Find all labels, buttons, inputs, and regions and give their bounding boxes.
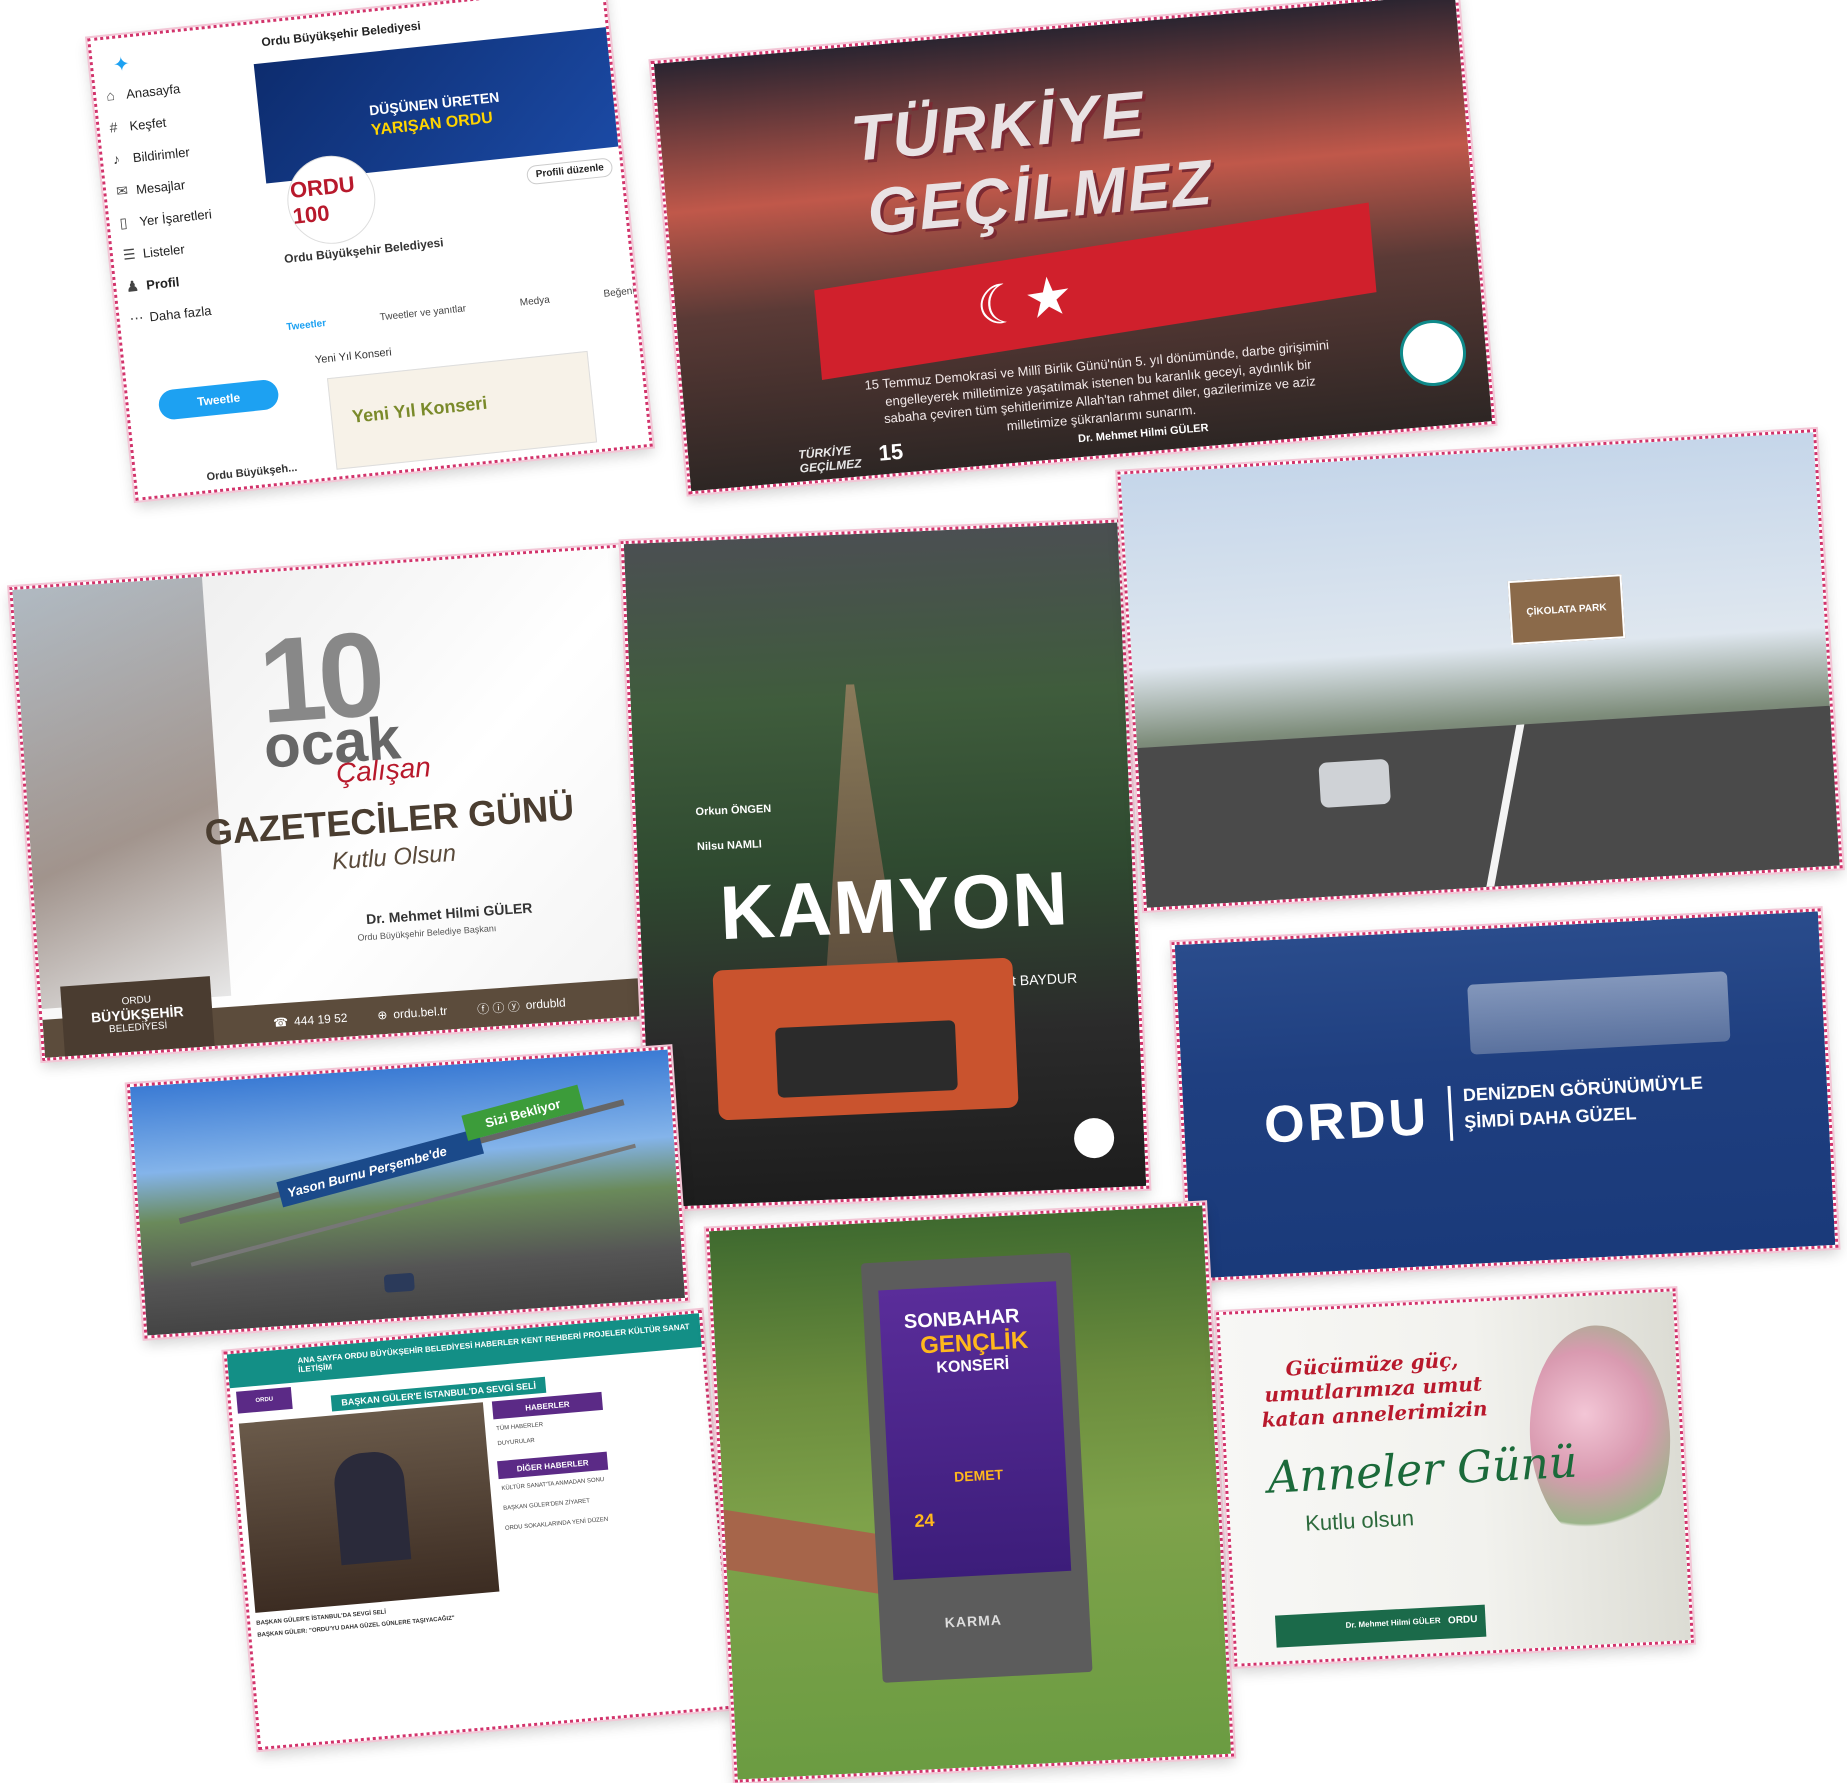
road-billboard-photo: ÇİKOLATA PARK (1115, 426, 1845, 914)
social-icons: ⓕ ⓘ ⓨ (476, 999, 521, 1017)
footer-account[interactable]: Ordu Büyükşeh... (206, 462, 298, 483)
website-nav[interactable]: ANA SAYFA ORDU BÜYÜKŞEHİR BELEDİYESİ HAB… (297, 1321, 701, 1374)
anneler-gunu-poster: Gücümüze güç, umutlarımıza umut katan an… (1213, 1286, 1697, 1669)
phone-number: 444 19 52 (293, 1010, 348, 1029)
poster-message: Gücümüze güç, umutlarımıza umut katan an… (1261, 1347, 1489, 1433)
website: ordu.bel.tr (392, 1003, 448, 1022)
concert-date: 24 (913, 1509, 935, 1531)
web-icon: ⊕ (376, 1007, 388, 1023)
bell-icon: ♪ (112, 150, 121, 168)
twitter-header-title: Ordu Büyükşehir Belediyesi (260, 18, 422, 50)
calisan-text: Çalışan (334, 751, 432, 789)
sidebar-item[interactable]: TÜM HABERLER (496, 1417, 604, 1432)
news-photo (238, 1402, 500, 1613)
poster-line2: GENÇLİK (919, 1326, 1029, 1360)
badge-15: 15 (877, 438, 905, 466)
twitter-bird-icon: ✦ (111, 53, 131, 77)
tab-likes[interactable]: Beğeni (603, 286, 635, 300)
profile-banner: DÜŞÜNEN ÜRETEN YARIŞAN ORDU (253, 26, 625, 184)
twitter-sidebar: ⌂ Anasayfa # Keşfet ♪ Bildirimler ✉ Mesajlar… (105, 65, 271, 334)
ferry-ship (1467, 971, 1731, 1055)
tab-media[interactable]: Medya (519, 295, 550, 309)
person-icon: ♟ (125, 276, 140, 295)
tweet-button[interactable]: Tweetle (157, 378, 280, 421)
social-handle: ordubld (525, 995, 567, 1013)
billboard: ÇİKOLATA PARK (1507, 574, 1626, 646)
poster-line3: KONSERİ (935, 1355, 1010, 1377)
truck-grille (775, 1020, 958, 1098)
hashtag-icon: # (108, 118, 119, 136)
sidebar-item[interactable]: ORDU SOKAKLARINDA YENİ DÜZEN (505, 1516, 613, 1532)
sidebar-heading-other[interactable]: DİĞER HABERLER (497, 1451, 609, 1480)
kamyon-poster: Orkun ÖNGEN Nilsu NAMLI KAMYON Memet BAY… (618, 517, 1152, 1213)
edit-profile-button[interactable]: Profili düzenle (525, 157, 614, 186)
website-news-screenshot: ANA SAYFA ORDU BÜYÜKŞEHİR BELEDİYESİ HAB… (221, 1307, 739, 1753)
ordu-sea-poster: ORDU DENİZDEN GÖRÜNÜMÜYLE ŞİMDİ DAHA GÜZ… (1169, 906, 1841, 1284)
tweet-card-image: Yeni Yıl Konseri (326, 350, 598, 470)
profile-name: Ordu Büyükşehir Belediyesi (283, 235, 445, 267)
footer-name: Dr. Mehmet Hilmi GÜLER (1345, 1615, 1441, 1630)
car (1318, 758, 1391, 808)
tab-tweets-replies[interactable]: Tweetler ve yanıtlar (379, 303, 466, 323)
website-logo: ORDU (236, 1386, 293, 1414)
crescent-star-icon: ☾★ (973, 263, 1075, 339)
sidebar-item[interactable]: KÜLTÜR SANAT'TA ANMADAN SONU (501, 1477, 609, 1492)
truck-image (712, 957, 1019, 1121)
poster-title: KAMYON (718, 856, 1072, 957)
sidebar-item[interactable]: DUYURULAR (497, 1432, 605, 1447)
phone-icon: ☎ (272, 1014, 289, 1030)
ordu-title: ORDU (1262, 1088, 1431, 1155)
home-icon: ⌂ (105, 86, 116, 104)
bookmark-icon: ▯ (118, 213, 129, 231)
sidebar-heading-news[interactable]: HABERLER (491, 1391, 603, 1420)
tweet-text: Yeni Yıl Konseri (314, 346, 393, 367)
list-icon: ☰ (122, 245, 137, 263)
more-icon: ⋯ (128, 308, 145, 327)
tab-tweets[interactable]: Tweetler (286, 318, 327, 333)
profile-tabs: Tweetler Tweetler ve yanıtlar Medya Beğe… (286, 286, 635, 334)
bridge-banner-photo: Yason Burnu Perşembe'de Sizi Bekliyor (124, 1044, 691, 1341)
twitter-profile-card: ✦ Ordu Büyükşehir Belediyesi ⌂ Anasayfa #… (84, 0, 656, 504)
gazeteciler-gunu-poster: 10 ocak Çalışan GAZETECİLER GÜNÜ Kutlu O… (7, 541, 663, 1064)
poster-title: TÜRKİYE GEÇİLMEZ (847, 77, 1217, 248)
artist-name: DEMET (953, 1466, 1004, 1485)
collage-decoration (12, 576, 232, 1009)
footer-brand: ORDU (1447, 1614, 1478, 1627)
tweet-card-title: Yeni Yıl Konseri (351, 392, 489, 427)
person-figure (331, 1449, 412, 1566)
logo-block: ORDU BÜYÜKŞEHİR BELEDİYESİ (60, 976, 215, 1057)
kiosk-brand: KARMA (944, 1611, 1003, 1631)
envelope-icon: ✉ (115, 181, 129, 199)
car (383, 1272, 415, 1293)
sonbahar-kiosk-photo: SONBAHAR GENÇLİK KONSERİ DEMET 24 KARMA (703, 1200, 1237, 1783)
sidebar-item[interactable]: BAŞKAN GÜLER'DEN ZİYARET (503, 1496, 611, 1512)
turkiye-gecilmez-poster: TÜRKİYE GEÇİLMEZ ☾★ 15 Temmuz Demokrasi … (648, 0, 1498, 497)
